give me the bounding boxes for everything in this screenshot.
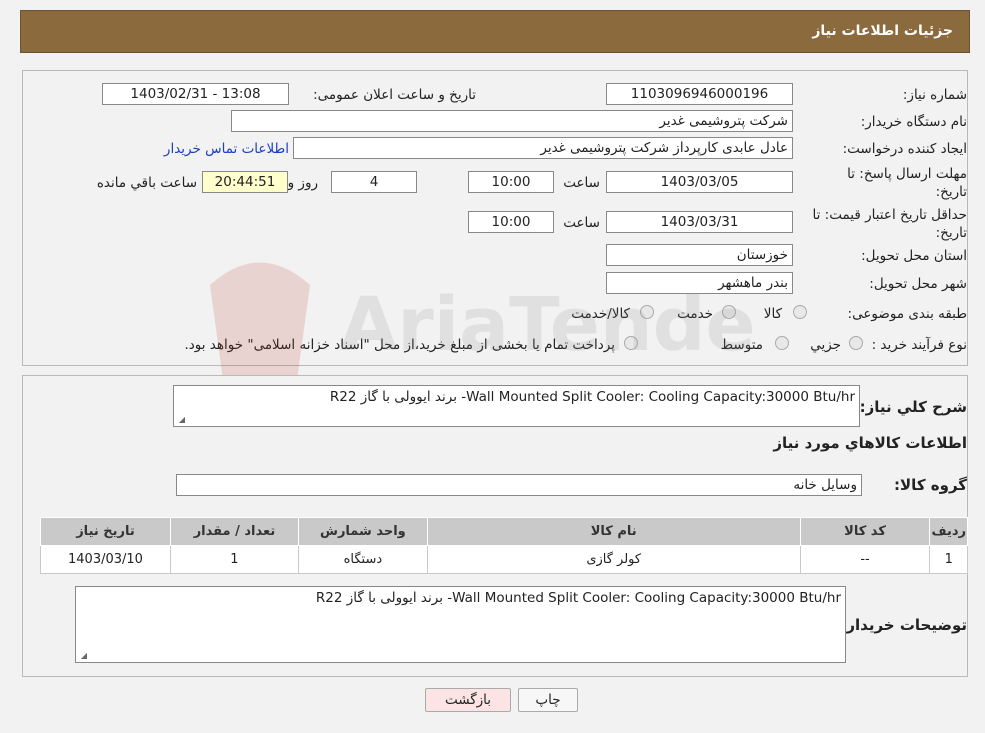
deadline-label: مهلت ارسال پاسخ: تا xyxy=(847,166,967,182)
process-checkbox-treasury[interactable] xyxy=(624,336,638,350)
table-header-row: رديف کد کالا نام کالا واحد شمارش تعداد /… xyxy=(40,517,968,546)
creator-label: ایجاد کننده درخواست: xyxy=(842,141,967,157)
deadline-date-field[interactable]: 1403/03/05 xyxy=(606,171,793,193)
col-name: نام کالا xyxy=(426,517,801,546)
goods-table: رديف کد کالا نام کالا واحد شمارش تعداد /… xyxy=(40,517,968,574)
days-label: روز و xyxy=(287,175,318,191)
need-number-label: شماره نیاز: xyxy=(902,87,967,103)
validity-label: حداقل تاریخ اعتبار قیمت: تا xyxy=(812,207,967,223)
col-unit: واحد شمارش xyxy=(297,517,428,546)
category-label: طبقه بندی موضوعی: xyxy=(847,306,967,322)
validity-time-label: ساعت xyxy=(563,215,600,231)
col-qty: تعداد / مقدار xyxy=(169,517,299,546)
announce-label: تاریخ و ساعت اعلان عمومی: xyxy=(313,87,476,103)
validity-date-field[interactable]: 1403/03/31 xyxy=(606,211,793,233)
announce-field[interactable]: 1403/02/31 - 13:08 xyxy=(102,83,289,105)
resize-grip-icon[interactable]: ◢ xyxy=(177,416,185,424)
cell-name: کولر گازی xyxy=(426,545,801,574)
col-row: رديف xyxy=(929,517,968,546)
resize-grip-icon[interactable]: ◢ xyxy=(79,652,87,660)
deadline-time-field[interactable]: 10:00 xyxy=(468,171,554,193)
days-field[interactable]: 4 xyxy=(331,171,417,193)
goods-group-label: گروه کالا: xyxy=(894,476,967,494)
buyer-contact-link[interactable]: اطلاعات تماس خریدار xyxy=(164,141,289,157)
process-option-small: جزيي xyxy=(810,337,841,353)
deadline-time-label: ساعت xyxy=(563,175,600,191)
category-radio-goods-service[interactable] xyxy=(640,305,654,319)
buyer-org-label: نام دستگاه خریدار: xyxy=(860,114,967,130)
cell-code: -- xyxy=(799,545,931,574)
col-code: کد کالا xyxy=(799,517,931,546)
desc-textarea[interactable]: Wall Mounted Split Cooler: Cooling Capac… xyxy=(173,385,860,427)
category-radio-goods[interactable] xyxy=(793,305,807,319)
back-button[interactable]: بازگشت xyxy=(425,688,511,712)
col-date: تاریخ نیاز xyxy=(40,517,171,546)
province-label: استان محل تحویل: xyxy=(861,248,967,264)
need-number-field[interactable]: 1103096946000196 xyxy=(606,83,793,105)
city-field[interactable]: بندر ماهشهر xyxy=(606,272,793,294)
cell-unit: دستگاه xyxy=(297,545,428,574)
goods-group-field[interactable]: وسایل خانه xyxy=(176,474,862,496)
process-option-medium: متوسط xyxy=(720,337,763,353)
buyer-notes-label: توضیحات خریدار: xyxy=(840,616,967,634)
cell-qty: 1 xyxy=(169,545,299,574)
buyer-notes-text: Wall Mounted Split Cooler: Cooling Capac… xyxy=(315,590,841,606)
desc-text: Wall Mounted Split Cooler: Cooling Capac… xyxy=(329,389,855,405)
process-label: نوع فرآیند خرید : xyxy=(871,337,967,353)
category-option-service: خدمت xyxy=(677,306,713,322)
buyer-org-field[interactable]: شرکت پتروشیمی غدیر xyxy=(231,110,793,132)
validity-time-field[interactable]: 10:00 xyxy=(468,211,554,233)
remaining-time-field[interactable]: 20:44:51 xyxy=(202,171,288,193)
page-title: جزئیات اطلاعات نیاز xyxy=(812,23,953,39)
category-radio-service[interactable] xyxy=(722,305,736,319)
cell-row: 1 xyxy=(929,545,968,574)
cell-date: 1403/03/10 xyxy=(40,545,171,574)
page-header: جزئیات اطلاعات نیاز xyxy=(20,10,970,53)
process-radio-medium[interactable] xyxy=(775,336,789,350)
validity-label-date: تاریخ: xyxy=(935,225,967,241)
desc-label: شرح کلي نياز: xyxy=(859,398,967,416)
print-button[interactable]: چاپ xyxy=(518,688,578,712)
city-label: شهر محل تحویل: xyxy=(869,276,967,292)
category-option-goods-service: کالا/خدمت xyxy=(571,306,630,322)
category-option-goods: کالا xyxy=(763,306,782,322)
process-note: پرداخت تمام یا بخشی از مبلغ خرید،از محل … xyxy=(184,337,615,353)
buyer-notes-textarea[interactable]: Wall Mounted Split Cooler: Cooling Capac… xyxy=(75,586,846,663)
goods-info-title: اطلاعات کالاهاي مورد نياز xyxy=(773,434,967,452)
remaining-label: ساعت باقي مانده xyxy=(96,175,197,191)
table-row: 1 -- کولر گازی دستگاه 1 1403/03/10 xyxy=(40,545,968,574)
deadline-label-date: تاریخ: xyxy=(935,184,967,200)
province-field[interactable]: خوزستان xyxy=(606,244,793,266)
creator-field[interactable]: عادل عابدی کارپرداز شرکت پتروشیمی غدیر xyxy=(293,137,793,159)
process-radio-small[interactable] xyxy=(849,336,863,350)
